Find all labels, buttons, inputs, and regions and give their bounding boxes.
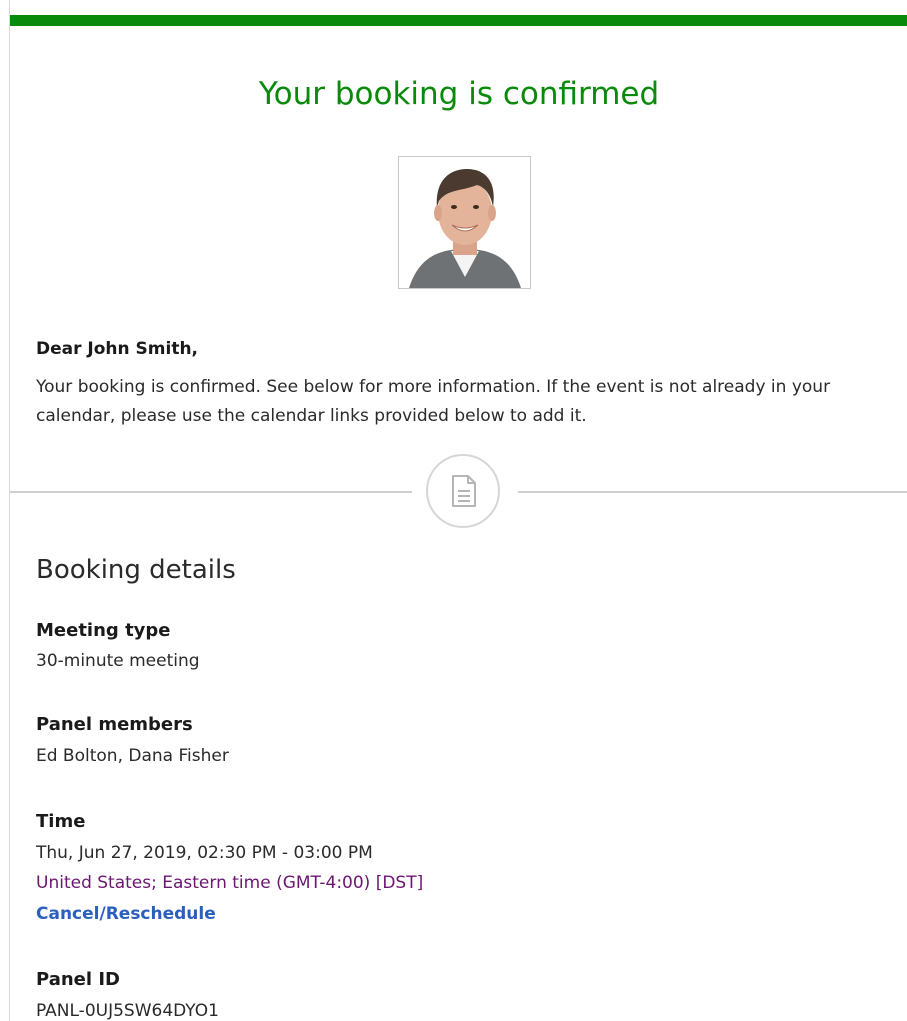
person-photo-icon <box>399 157 530 288</box>
top-accent-bar <box>10 15 907 26</box>
panel-id-value: PANL-0UJ5SW64DYO1 <box>36 1001 219 1021</box>
panel-members-label: Panel members <box>36 714 193 735</box>
intro-text: Your booking is confirmed. See below for… <box>36 377 831 426</box>
greeting: Dear John Smith, <box>36 339 199 359</box>
panel-id-label: Panel ID <box>36 969 120 990</box>
divider-line-right <box>518 491 907 493</box>
section-title: Booking details <box>36 555 236 585</box>
email-frame: Your booking is confirmed Dear John Smit… <box>9 0 907 1021</box>
cancel-reschedule-link[interactable]: Cancel/Reschedule <box>36 904 216 924</box>
meeting-type-label: Meeting type <box>36 620 171 641</box>
meeting-type-value: 30-minute meeting <box>36 651 200 671</box>
timezone-text: United States; Eastern time (GMT-4:00) [… <box>36 873 424 893</box>
divider-badge <box>426 454 500 528</box>
divider-line-left <box>10 491 412 493</box>
avatar <box>398 156 531 289</box>
document-icon <box>452 475 476 507</box>
page-title: Your booking is confirmed <box>258 76 660 112</box>
time-value: Thu, Jun 27, 2019, 02:30 PM - 03:00 PM <box>36 843 373 863</box>
panel-members-value: Ed Bolton, Dana Fisher <box>36 746 229 766</box>
time-label: Time <box>36 811 86 832</box>
